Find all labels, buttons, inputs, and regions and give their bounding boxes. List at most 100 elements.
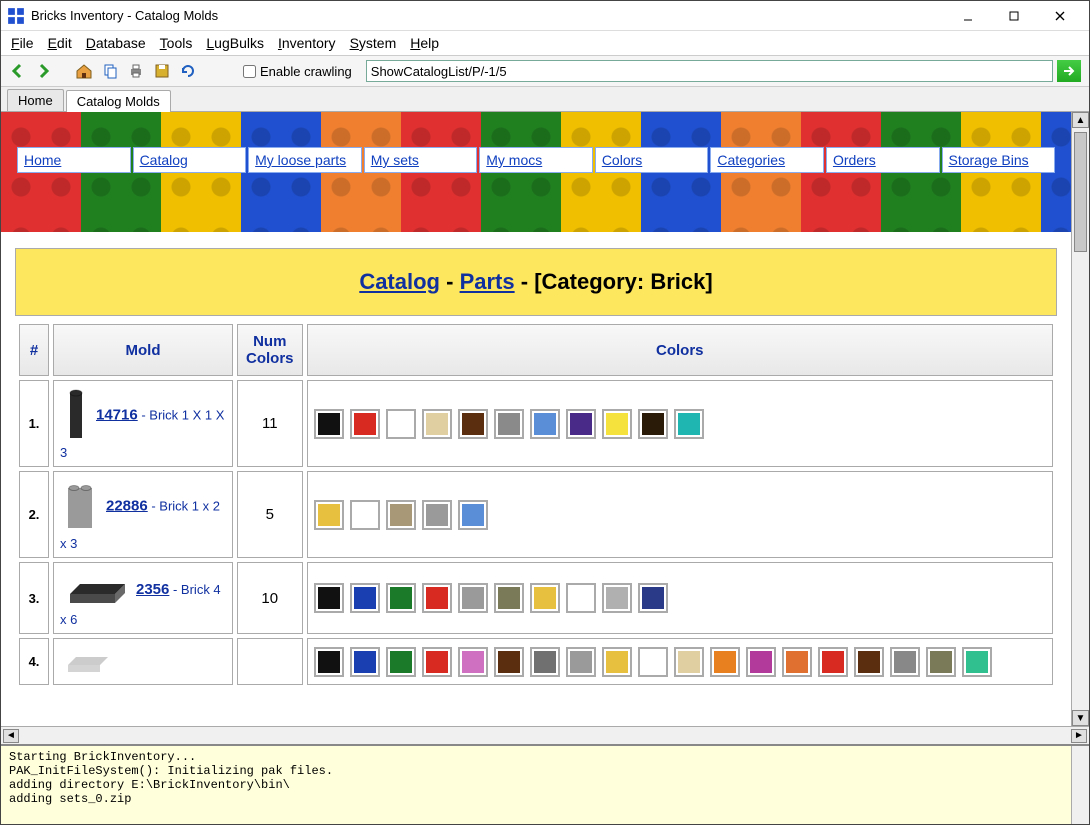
color-swatch[interactable] <box>674 647 704 677</box>
table-row: 1.14716 - Brick 1 X 1 X 311 <box>19 380 1053 467</box>
color-swatch[interactable] <box>386 647 416 677</box>
back-button[interactable] <box>9 60 31 82</box>
menu-file[interactable]: File <box>11 35 34 51</box>
part-thumbnail <box>60 569 130 612</box>
color-swatch[interactable] <box>314 583 344 613</box>
color-swatch[interactable] <box>350 500 380 530</box>
color-swatch[interactable] <box>422 409 452 439</box>
menu-inventory[interactable]: Inventory <box>278 35 336 51</box>
color-swatch[interactable] <box>350 647 380 677</box>
col-mold: Mold <box>53 324 233 376</box>
color-swatch[interactable] <box>458 583 488 613</box>
col-colors: Colors <box>307 324 1053 376</box>
col-index: # <box>19 324 49 376</box>
copy-icon[interactable] <box>99 60 121 82</box>
menu-help[interactable]: Help <box>410 35 439 51</box>
nav-link-home[interactable]: Home <box>24 152 61 168</box>
nav-link-my-mocs[interactable]: My mocs <box>486 152 542 168</box>
color-swatch[interactable] <box>386 409 416 439</box>
nav-link-categories[interactable]: Categories <box>717 152 785 168</box>
color-swatch[interactable] <box>422 583 452 613</box>
forward-button[interactable] <box>35 60 57 82</box>
titlebar: Bricks Inventory - Catalog Molds <box>1 1 1089 31</box>
color-swatch[interactable] <box>602 647 632 677</box>
nav-link-my-sets[interactable]: My sets <box>371 152 419 168</box>
save-icon[interactable] <box>151 60 173 82</box>
print-icon[interactable] <box>125 60 147 82</box>
parts-table: # Mold Num Colors Colors 1.14716 - Brick… <box>15 320 1057 689</box>
color-swatch[interactable] <box>494 583 524 613</box>
color-swatch[interactable] <box>494 647 524 677</box>
color-swatch[interactable] <box>494 409 524 439</box>
color-swatch[interactable] <box>602 409 632 439</box>
color-swatch[interactable] <box>530 409 560 439</box>
color-swatch[interactable] <box>638 647 668 677</box>
color-swatch[interactable] <box>458 500 488 530</box>
color-swatch[interactable] <box>422 647 452 677</box>
enable-crawling-checkbox[interactable] <box>243 65 256 78</box>
breadcrumb: Catalog - Parts - [Category: Brick] <box>15 248 1057 316</box>
close-button[interactable] <box>1037 1 1083 31</box>
part-link[interactable]: 14716 <box>96 406 138 423</box>
color-swatch[interactable] <box>638 583 668 613</box>
table-row: 2.22886 - Brick 1 x 2 x 35 <box>19 471 1053 558</box>
color-swatch[interactable] <box>674 409 704 439</box>
nav-link-colors[interactable]: Colors <box>602 152 642 168</box>
color-swatch[interactable] <box>314 409 344 439</box>
window-title: Bricks Inventory - Catalog Molds <box>31 8 945 23</box>
nav-link-orders[interactable]: Orders <box>833 152 876 168</box>
horizontal-scrollbar[interactable]: ◄► <box>1 726 1089 744</box>
minimize-button[interactable] <box>945 1 991 31</box>
tab-catalog-molds[interactable]: Catalog Molds <box>66 90 171 112</box>
color-swatch[interactable] <box>314 647 344 677</box>
vertical-scrollbar[interactable]: ▲ ▼ <box>1071 112 1089 726</box>
color-swatch[interactable] <box>782 647 812 677</box>
tab-home[interactable]: Home <box>7 89 64 111</box>
nav-link-my-loose-parts[interactable]: My loose parts <box>255 152 346 168</box>
maximize-button[interactable] <box>991 1 1037 31</box>
breadcrumb-parts-link[interactable]: Parts <box>460 269 515 294</box>
part-link[interactable]: 22886 <box>106 497 148 514</box>
tab-bar: Home Catalog Molds <box>1 87 1089 112</box>
color-swatch[interactable] <box>350 409 380 439</box>
color-swatch[interactable] <box>530 647 560 677</box>
refresh-icon[interactable] <box>177 60 199 82</box>
col-num-colors: Num Colors <box>237 324 303 376</box>
color-swatch[interactable] <box>962 647 992 677</box>
menu-lugbulks[interactable]: LugBulks <box>206 35 264 51</box>
color-swatch[interactable] <box>854 647 884 677</box>
menu-edit[interactable]: Edit <box>48 35 72 51</box>
color-swatch[interactable] <box>458 647 488 677</box>
part-link[interactable]: 2356 <box>136 581 169 598</box>
color-swatch[interactable] <box>386 583 416 613</box>
url-input[interactable] <box>366 60 1053 82</box>
color-swatch[interactable] <box>458 409 488 439</box>
color-swatch[interactable] <box>602 583 632 613</box>
color-swatch[interactable] <box>350 583 380 613</box>
color-swatch[interactable] <box>566 647 596 677</box>
menubar: File Edit Database Tools LugBulks Invent… <box>1 31 1089 56</box>
nav-link-storage-bins[interactable]: Storage Bins <box>949 152 1029 168</box>
color-swatch[interactable] <box>530 583 560 613</box>
color-swatch[interactable] <box>818 647 848 677</box>
color-swatch[interactable] <box>638 409 668 439</box>
color-swatch[interactable] <box>566 409 596 439</box>
color-swatch[interactable] <box>710 647 740 677</box>
go-button[interactable] <box>1057 60 1081 82</box>
color-swatch[interactable] <box>746 647 776 677</box>
color-swatch[interactable] <box>926 647 956 677</box>
part-thumbnail <box>60 478 100 536</box>
color-swatch[interactable] <box>386 500 416 530</box>
home-icon[interactable] <box>73 60 95 82</box>
color-swatch[interactable] <box>422 500 452 530</box>
banner: Home Catalog My loose parts My sets My mocs C… <box>1 112 1071 232</box>
menu-system[interactable]: System <box>350 35 397 51</box>
color-swatch[interactable] <box>890 647 920 677</box>
color-swatch[interactable] <box>314 500 344 530</box>
breadcrumb-catalog-link[interactable]: Catalog <box>359 269 440 294</box>
menu-database[interactable]: Database <box>86 35 146 51</box>
nav-link-catalog[interactable]: Catalog <box>140 152 188 168</box>
color-swatch[interactable] <box>566 583 596 613</box>
toolbar: Enable crawling <box>1 56 1089 87</box>
menu-tools[interactable]: Tools <box>160 35 193 51</box>
